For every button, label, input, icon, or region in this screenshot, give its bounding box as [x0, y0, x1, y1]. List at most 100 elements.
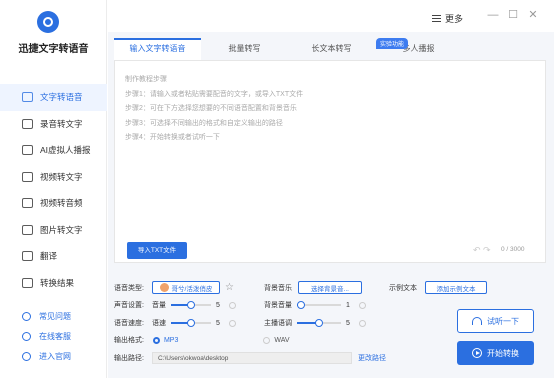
speed-slider-knob[interactable] [186, 319, 195, 327]
tab-long-text[interactable]: 长文本转写 [288, 38, 375, 60]
char-counter: 0 / 3000 [501, 246, 525, 253]
voice-name: 哥兮/活泼俏皮 [171, 285, 213, 293]
undo-redo-icon[interactable]: ↶ ↷ [473, 245, 491, 256]
intonation-value: 5 [346, 319, 350, 327]
volume-slider-knob[interactable] [186, 301, 195, 309]
change-path-link[interactable]: 更改路径 [358, 353, 386, 363]
step-3: 步骤3：可选择不同输出的格式和自定义输出的路径 [125, 119, 283, 127]
menu-icon [432, 15, 441, 22]
wav-radio[interactable] [263, 336, 271, 344]
sidebar-item-results[interactable]: 转换结果 [0, 270, 107, 297]
sidebar-item-ai-avatar[interactable]: AI虚拟人播报 [0, 137, 107, 164]
intonation-reset-icon[interactable] [359, 319, 366, 327]
speed-label: 语音速度: [114, 320, 144, 327]
experimental-badge: 实验功能 [376, 38, 409, 49]
tab-input-text[interactable]: 输入文字转语音 [114, 38, 201, 60]
website-link-label: 进入官网 [39, 351, 71, 361]
text-to-speech-icon [22, 92, 33, 103]
sidebar-item-video-to-audio[interactable]: 视频转音频 [0, 190, 107, 217]
tab-batch[interactable]: 批量转写 [201, 38, 288, 60]
add-sample-text-button[interactable]: 添加示例文本 [425, 281, 487, 294]
sidebar-item-label: AI虚拟人播报 [40, 145, 91, 156]
bg-volume-label: 背景音量 [264, 302, 292, 309]
app-window: 迅捷文字转语音 文字转语音 录音转文字 AI虚拟人播报 视频转文字 视频转音频 [0, 0, 554, 378]
intonation-label: 主播语调 [264, 320, 292, 327]
choose-bg-music-button[interactable]: 选择背景音... [298, 281, 362, 294]
speed-value: 5 [215, 319, 220, 327]
sidebar-item-label: 文字转语音 [40, 92, 83, 103]
ai-avatar-icon [22, 145, 33, 156]
start-button-label: 开始转换 [487, 348, 519, 358]
sidebar-item-label: 视频转文字 [40, 171, 83, 182]
step-4: 步骤4：开始转换或者试听一下 [125, 134, 220, 142]
volume-reset-icon[interactable] [228, 301, 236, 309]
sidebar-item-image-to-text[interactable]: 图片转文字 [0, 217, 107, 244]
sidebar-item-video-to-text[interactable]: 视频转文字 [0, 164, 107, 191]
play-icon [472, 348, 482, 358]
bg-volume-slider-knob[interactable] [297, 301, 306, 309]
speed-row: 语音速度: 语速 5 [114, 318, 236, 328]
close-button[interactable]: ✕ [526, 8, 540, 22]
maximize-button[interactable]: ☐ [506, 8, 520, 22]
voice-type-label: 语音类型: [114, 284, 144, 292]
tutorial-steps: 制作教程步骤 步骤1：请输入或者粘贴需要配音的文字，或导入TXT文件 步骤2：可… [125, 73, 303, 146]
mp3-radio[interactable] [152, 336, 160, 344]
tab-bar: 输入文字转语音 批量转写 长文本转写 多人播报 实验功能 [114, 38, 548, 60]
volume-label: 音量 [151, 302, 166, 309]
result-icon [22, 277, 33, 288]
sidebar-item-label: 翻译 [40, 251, 58, 262]
intonation-row: 主播语调 5 [264, 318, 366, 328]
voice-select-button[interactable]: 哥兮/活泼俏皮 [151, 281, 220, 294]
mp3-label: MP3 [163, 336, 179, 344]
sidebar-item-label: 图片转文字 [40, 224, 83, 235]
sidebar-item-recording-to-text[interactable]: 录音转文字 [0, 111, 107, 138]
more-label: 更多 [445, 14, 464, 24]
sidebar-nav: 文字转语音 录音转文字 AI虚拟人播报 视频转文字 视频转音频 图片转文字 翻译… [0, 84, 107, 296]
sidebar-item-text-to-speech[interactable]: 文字转语音 [0, 84, 107, 111]
format-row: 输出格式: MP3 WAV [114, 335, 290, 345]
sidebar: 迅捷文字转语音 文字转语音 录音转文字 AI虚拟人播报 视频转文字 视频转音频 [0, 0, 107, 378]
bg-music-row: 背景音乐 选择背景音... [264, 281, 362, 294]
app-name: 迅捷文字转语音 [18, 44, 89, 55]
speed-reset-icon[interactable] [228, 319, 236, 327]
bg-volume-row: 背景音量 1 [264, 300, 366, 310]
favorite-star-icon[interactable]: ☆ [225, 282, 234, 293]
import-txt-button[interactable]: 导入TXT文件 [127, 242, 187, 259]
step-1: 步骤1：请输入或者粘贴需要配音的文字，或导入TXT文件 [125, 90, 304, 98]
path-row: 输出路径: C:\Users\okwoa\desktop 更改路径 [114, 352, 386, 364]
sound-settings-row: 声音设置: 音量 5 [114, 300, 236, 310]
support-link[interactable]: 在线客服 [0, 326, 107, 346]
output-path-field[interactable]: C:\Users\okwoa\desktop [151, 352, 352, 364]
sidebar-item-label: 转换结果 [40, 277, 75, 288]
translate-icon [22, 251, 33, 262]
text-editor[interactable]: 制作教程步骤 步骤1：请输入或者粘贴需要配音的文字，或导入TXT文件 步骤2：可… [114, 60, 546, 263]
bg-volume-slider[interactable] [297, 301, 341, 309]
sidebar-item-translate[interactable]: 翻译 [0, 243, 107, 270]
intonation-slider[interactable] [297, 319, 341, 327]
start-convert-button[interactable]: 开始转换 [457, 341, 534, 365]
website-icon [22, 351, 31, 361]
bg-volume-reset-icon[interactable] [359, 301, 366, 309]
app-logo [37, 11, 59, 33]
sidebar-item-label: 视频转音频 [40, 198, 83, 209]
wav-label: WAV [274, 336, 290, 344]
volume-value: 5 [215, 301, 220, 309]
preview-button[interactable]: 试听一下 [457, 309, 534, 333]
website-link[interactable]: 进入官网 [0, 346, 107, 366]
speed-slider[interactable] [170, 319, 211, 327]
more-menu-button[interactable]: 更多 [432, 12, 463, 25]
volume-slider[interactable] [170, 301, 211, 309]
faq-link[interactable]: 常见问题 [0, 306, 107, 326]
intonation-slider-knob[interactable] [315, 319, 323, 327]
minimize-button[interactable]: — [486, 8, 500, 22]
video-icon [22, 171, 33, 182]
title-bar: 更多 — ☐ ✕ [108, 0, 554, 32]
path-label: 输出路径: [114, 355, 144, 362]
faq-link-label: 常见问题 [39, 311, 71, 321]
recording-icon [22, 118, 33, 129]
support-link-label: 在线客服 [39, 331, 71, 341]
format-label: 输出格式: [114, 337, 144, 344]
sidebar-item-label: 录音转文字 [40, 118, 83, 129]
speed-name: 语速 [151, 320, 166, 327]
sidebar-links: 常见问题 在线客服 进入官网 [0, 306, 107, 366]
